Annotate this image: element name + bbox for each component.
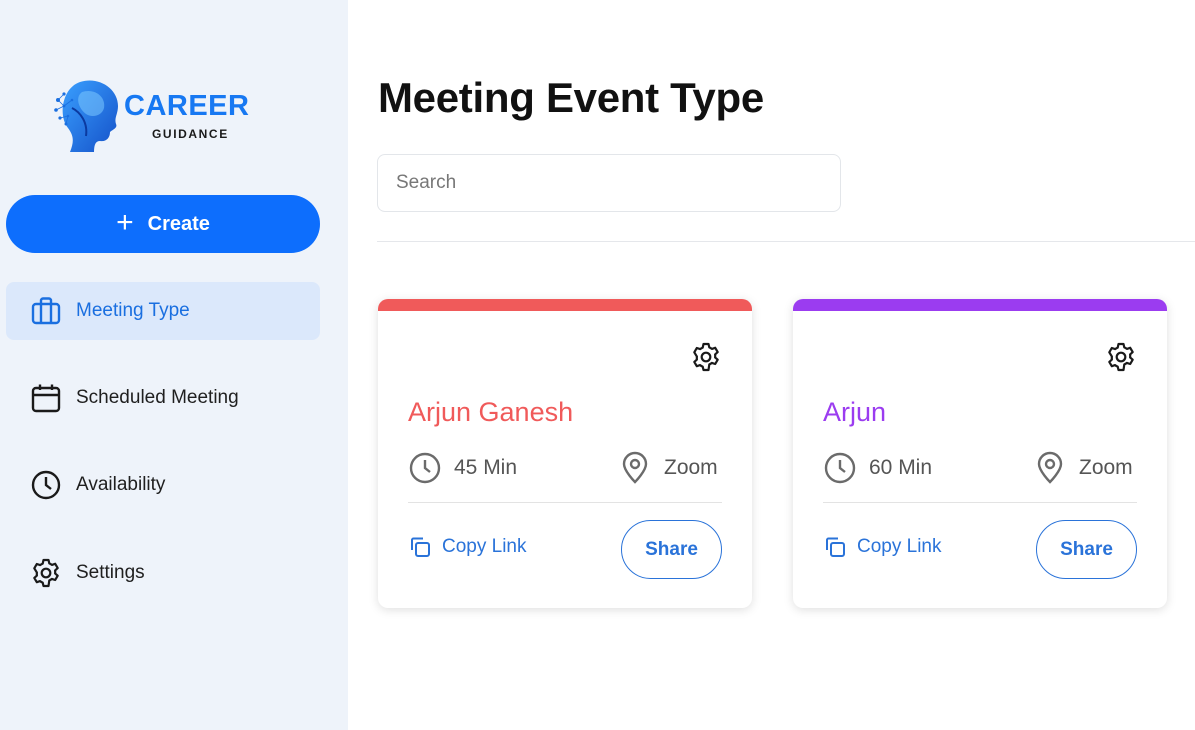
gear-icon[interactable] — [1105, 341, 1137, 373]
copy-link-label: Copy Link — [857, 536, 942, 557]
gear-icon — [33, 558, 59, 588]
card-divider — [408, 502, 722, 503]
location-text: Zoom — [1079, 456, 1133, 479]
location-info: Zoom — [618, 451, 718, 485]
plus-icon: + — [116, 205, 134, 239]
duration-text: 45 Min — [454, 456, 518, 479]
share-button[interactable]: Share — [1036, 520, 1137, 579]
gear-icon[interactable] — [690, 341, 722, 373]
page-title: Meeting Event Type — [378, 74, 764, 121]
event-card: Arjun Ganesh 45 Min Zoom Copy Link Share — [378, 299, 752, 608]
sidebar-item-settings[interactable]: Settings — [6, 544, 320, 602]
clock-icon — [409, 452, 441, 484]
sidebar-item-label: Settings — [76, 562, 145, 583]
duration-text: 60 Min — [869, 456, 933, 479]
sidebar-item-meeting-type[interactable]: Meeting Type — [6, 282, 320, 340]
clock-icon — [824, 452, 856, 484]
sidebar-item-label: Meeting Type — [76, 300, 190, 321]
create-button[interactable]: + Create — [6, 195, 320, 253]
sidebar-item-label: Scheduled Meeting — [76, 387, 239, 408]
sidebar-item-scheduled-meeting[interactable]: Scheduled Meeting — [6, 369, 320, 427]
duration-info: 45 Min — [408, 451, 517, 485]
card-divider — [823, 502, 1137, 503]
event-name: Arjun — [823, 397, 887, 427]
clock-icon — [31, 470, 61, 500]
location-info: Zoom — [1033, 451, 1133, 485]
create-button-label: Create — [147, 212, 210, 235]
location-pin-icon — [622, 451, 648, 484]
event-name: Arjun Ganesh — [408, 397, 574, 427]
copy-link-button[interactable]: Copy Link — [823, 535, 942, 559]
location-text: Zoom — [664, 456, 718, 479]
search-input[interactable] — [377, 154, 841, 212]
logo-brand-text: CAREER — [124, 90, 250, 122]
sidebar-item-availability[interactable]: Availability — [6, 456, 320, 514]
copy-icon — [411, 537, 430, 557]
duration-info: 60 Min — [823, 451, 932, 485]
sidebar: CAREER GUIDANCE + Create Meeting Type Sc… — [0, 0, 348, 730]
copy-link-button[interactable]: Copy Link — [408, 535, 527, 559]
location-pin-icon — [1037, 451, 1063, 484]
card-accent-bar — [793, 299, 1167, 311]
event-card: Arjun 60 Min Zoom Copy Link Share — [793, 299, 1167, 608]
career-guidance-logo[interactable]: CAREER GUIDANCE — [52, 78, 282, 154]
briefcase-icon — [31, 297, 61, 325]
card-accent-bar — [378, 299, 752, 311]
logo-sub-text: GUIDANCE — [152, 127, 229, 141]
share-button[interactable]: Share — [621, 520, 722, 579]
sidebar-item-label: Availability — [76, 474, 166, 495]
copy-link-label: Copy Link — [442, 536, 527, 557]
copy-icon — [826, 537, 845, 557]
calendar-icon — [31, 384, 61, 413]
divider — [377, 241, 1195, 242]
head-profile-logo-icon — [54, 80, 118, 152]
